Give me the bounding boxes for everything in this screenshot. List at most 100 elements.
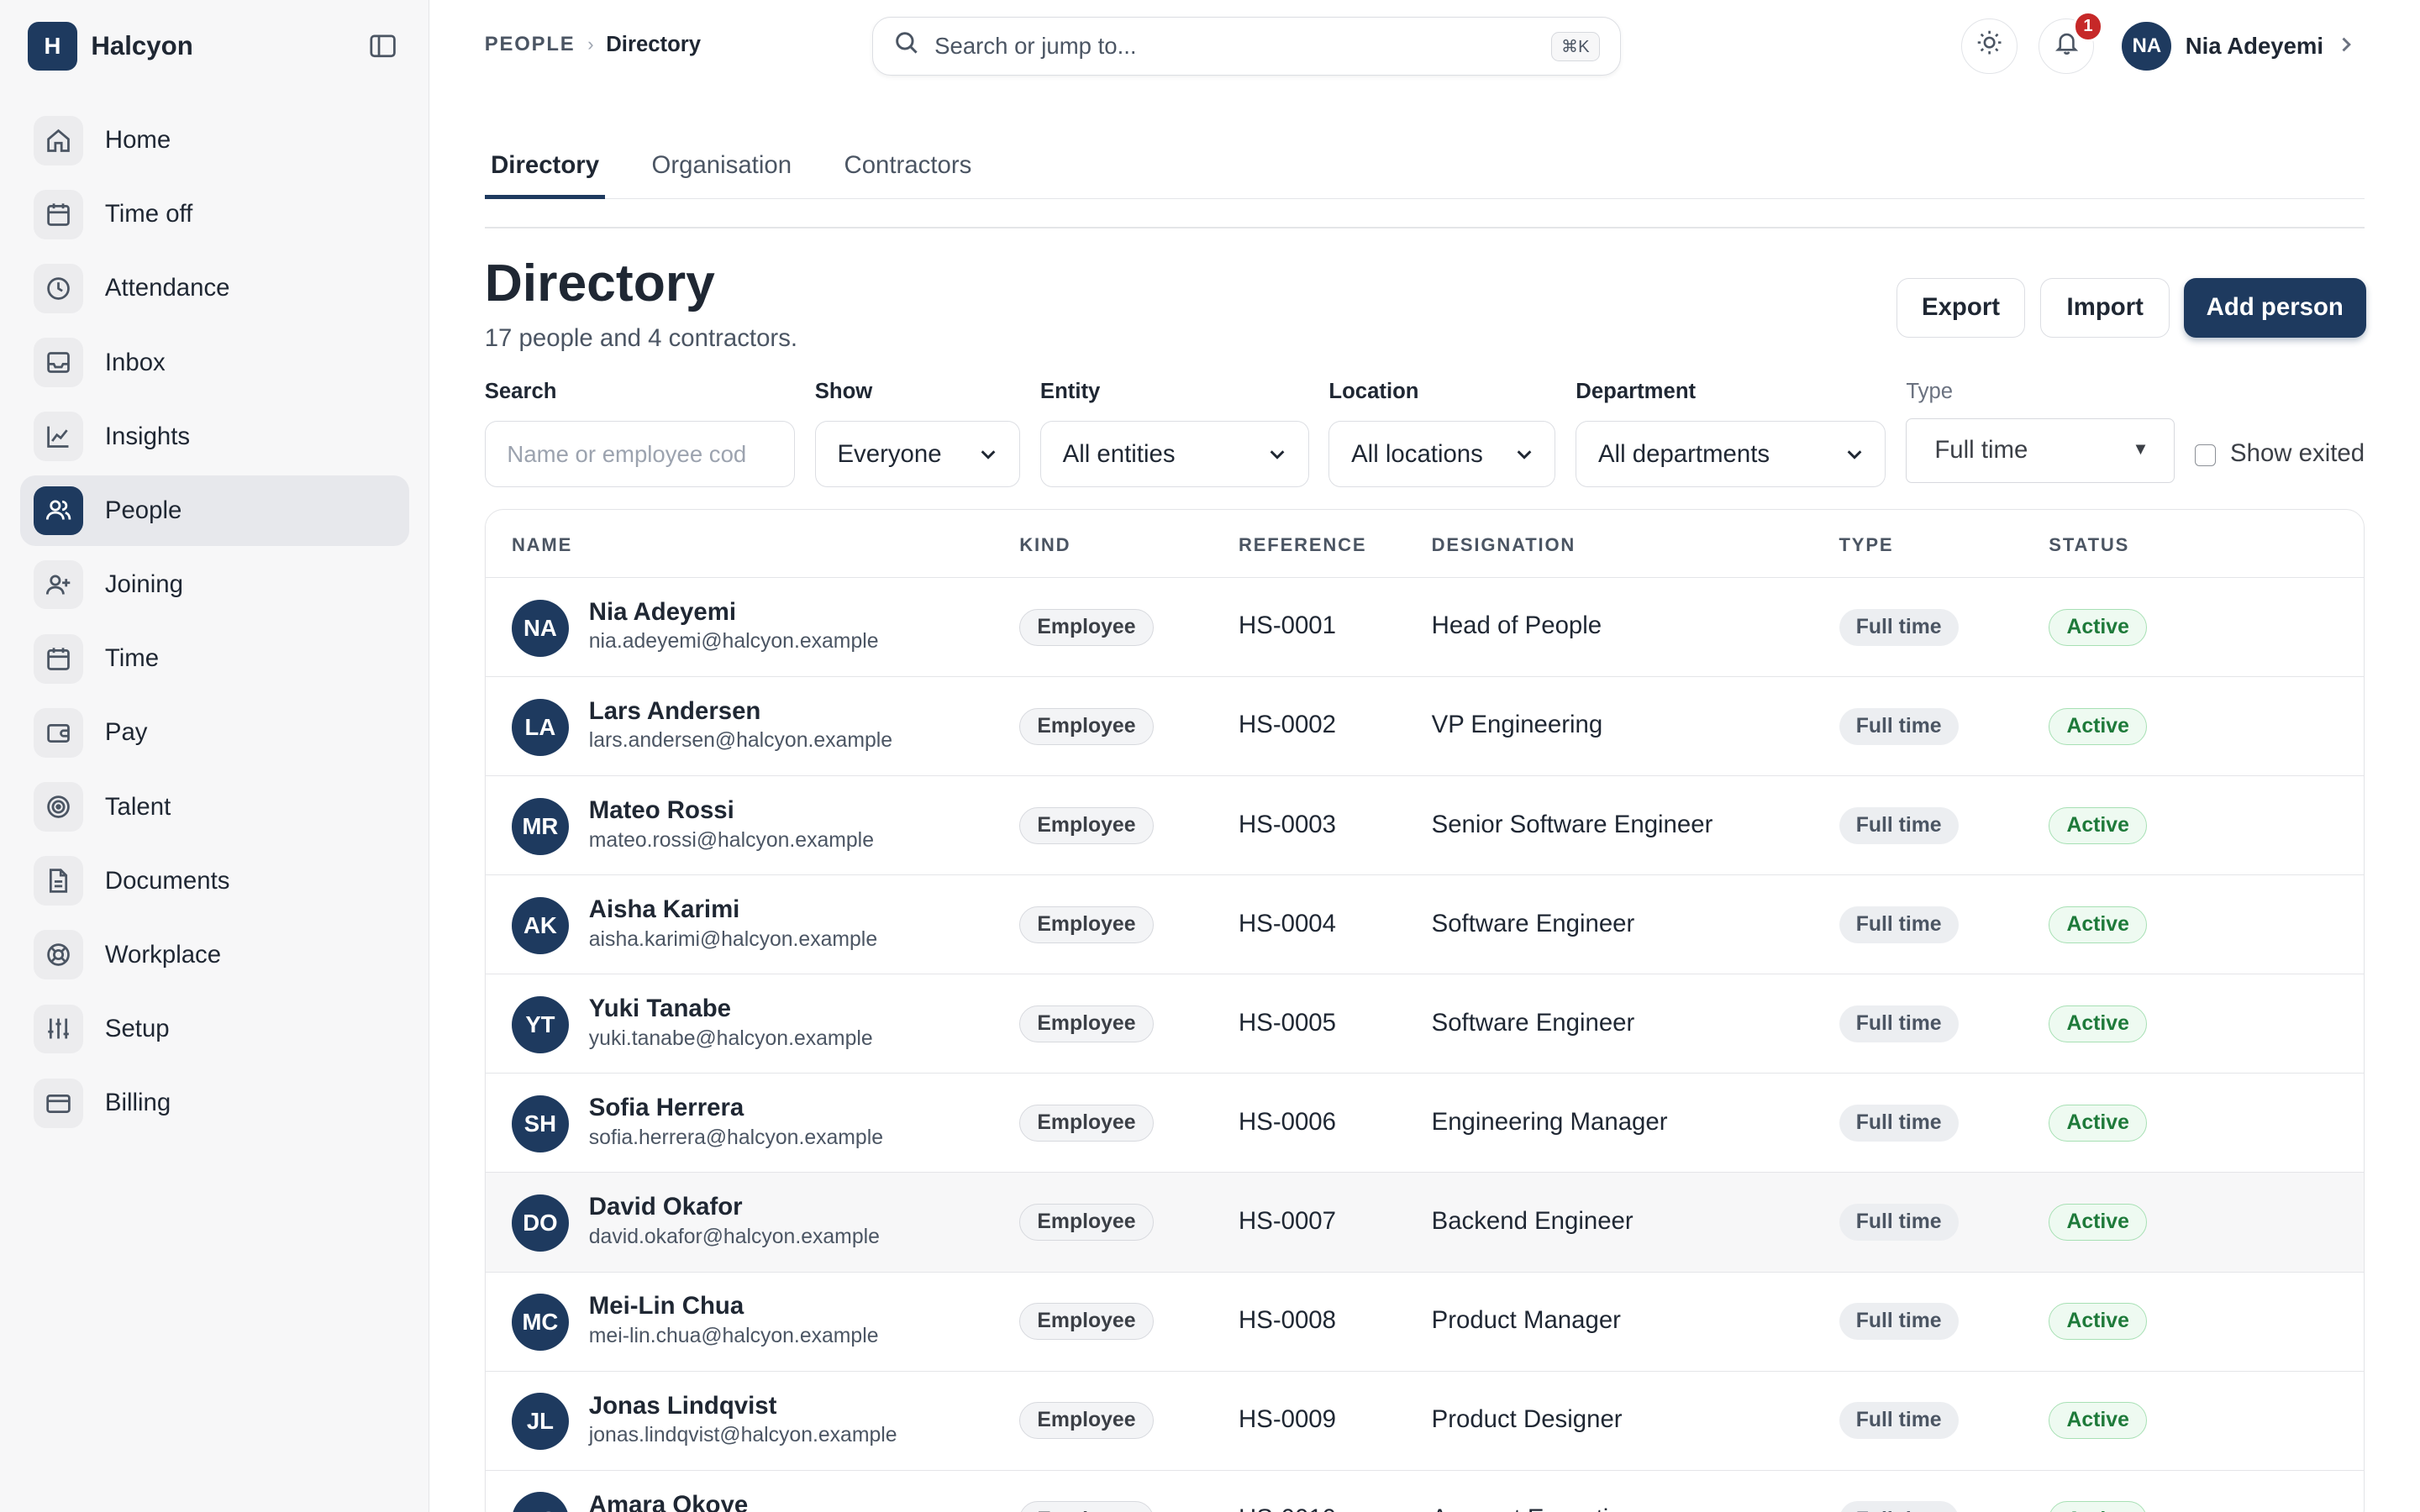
sidebar-item-time-off[interactable]: Time off [20,179,409,249]
table-row[interactable]: MR Mateo Rossi mateo.rossi@halcyon.example… [485,776,2364,876]
import-button[interactable]: Import [2040,277,2170,339]
reference-cell: HS-0007 [1239,1206,1336,1235]
show-filter-label: Show [814,379,873,403]
sidebar: H Halcyon Home Time off Attendance Inbox Ins… [0,0,429,1512]
status-badge: Active [2049,707,2148,745]
app-root: H Halcyon Home Time off Attendance Inbox Ins… [0,0,2420,1512]
tab-directory[interactable]: Directory [484,133,606,199]
sidebar-item-workplace[interactable]: Workplace [20,920,409,990]
department-filter-value: All departments [1597,439,1770,468]
brand-name: Halcyon [91,31,193,61]
tab-organisation[interactable]: Organisation [645,133,797,199]
entity-filter-select[interactable]: All entities [1039,421,1309,488]
add-person-button[interactable]: Add person [2183,277,2366,339]
search-filter-input[interactable]: Name or employee cod [484,421,795,488]
show-filter-value: Everyone [837,439,942,468]
table-row[interactable]: AK Aisha Karimi aisha.karimi@halcyon.examp… [485,875,2364,975]
show-exited-checkbox[interactable] [2194,444,2217,466]
user-menu[interactable]: NA Nia Adeyemi [2122,21,2354,71]
chevron-down-icon [1845,442,1864,470]
person-avatar: NA [511,599,569,657]
person-avatar: YT [511,996,569,1053]
sidebar-item-pay[interactable]: Pay [20,697,409,768]
search-placeholder: Search or jump to... [934,33,1137,60]
sidebar-item-people[interactable]: People [19,475,409,547]
person-name[interactable]: Mateo Rossi [589,796,734,825]
designation-cell: VP Engineering [1431,711,1603,739]
theme-toggle-button[interactable] [1961,18,2018,75]
table-row[interactable]: MC Mei-Lin Chua mei-lin.chua@halcyon.examp… [485,1273,2364,1372]
brand[interactable]: H Halcyon [28,21,193,71]
column-header-status[interactable]: STATUS [2049,534,2129,556]
clock-icon [34,264,84,313]
home-icon [34,115,84,165]
person-email: nia.adeyemi@halcyon.example [588,630,879,654]
person-avatar: AO [511,1492,569,1512]
sidebar-item-time[interactable]: Time [20,623,409,694]
sidebar-item-insights[interactable]: Insights [20,402,409,472]
tab-contractors[interactable]: Contractors [838,133,978,199]
column-header-reference[interactable]: REFERENCE [1239,534,1366,556]
lifebuoy-icon [34,930,84,980]
sidebar-item-attendance[interactable]: Attendance [20,253,409,323]
sidebar-item-inbox[interactable]: Inbox [20,327,409,397]
sidebar-toggle-icon[interactable] [367,31,398,62]
user-plus-icon [34,559,84,610]
location-filter-select[interactable]: All locations [1328,421,1556,488]
column-header-kind[interactable]: KIND [1019,534,1071,556]
user-name: Nia Adeyemi [2185,33,2324,60]
type-badge: Full time [1839,1105,1959,1142]
global-search[interactable]: Search or jump to... ⌘K [871,17,1621,76]
sidebar-item-label: Attendance [104,274,230,302]
person-name[interactable]: Yuki Tanabe [589,995,731,1023]
column-header-designation[interactable]: DESIGNATION [1432,534,1576,556]
table-row[interactable]: YT Yuki Tanabe yuki.tanabe@halcyon.example… [485,974,2364,1074]
sidebar-item-joining[interactable]: Joining [20,549,409,620]
sidebar-item-label: People [104,496,182,524]
users-icon [34,486,84,536]
sidebar-item-label: Home [104,126,171,155]
sidebar-item-talent[interactable]: Talent [20,771,409,842]
type-badge: Full time [1839,906,1959,943]
person-name[interactable]: David Okafor [589,1193,743,1221]
person-name[interactable]: Mei-Lin Chua [589,1292,744,1320]
sidebar-item-billing[interactable]: Billing [20,1068,409,1138]
show-exited-label[interactable]: Show exited [2230,439,2365,468]
page-title: Directory [484,254,715,313]
show-filter-select[interactable]: Everyone [814,421,1021,488]
designation-cell: Software Engineer [1431,1008,1635,1037]
table-row[interactable]: SH Sofia Herrera sofia.herrera@halcyon.exa… [485,1074,2364,1173]
reference-cell: HS-0002 [1239,711,1336,739]
sidebar-item-documents[interactable]: Documents [20,845,409,916]
table-row[interactable]: NA Nia Adeyemi nia.adeyemi@halcyon.example… [485,578,2364,678]
person-name[interactable]: Aisha Karimi [589,895,740,924]
column-header-name[interactable]: NAME [512,534,572,556]
page-subtitle: 17 people and 4 contractors. [484,323,798,352]
column-header-type[interactable]: TYPE [1839,534,1894,556]
person-name[interactable]: Jonas Lindqvist [589,1392,777,1420]
department-filter-select[interactable]: All departments [1576,421,1886,488]
notification-count-badge: 1 [2072,10,2104,42]
credit-card-icon [34,1078,84,1128]
export-button[interactable]: Export [1897,277,2025,339]
table-row[interactable]: LA Lars Andersen lars.andersen@halcyon.exa… [485,677,2364,777]
sidebar-item-setup[interactable]: Setup [20,994,409,1064]
breadcrumb-root[interactable]: PEOPLE [485,33,576,56]
type-filter-select[interactable]: Full time ▼ [1906,417,2175,483]
reference-cell: HS-0006 [1239,1107,1336,1136]
reference-cell: HS-0008 [1239,1305,1336,1334]
person-name[interactable]: Sofia Herrera [589,1094,744,1122]
location-filter-value: All locations [1351,439,1483,468]
table-row[interactable]: JL Jonas Lindqvist jonas.lindqvist@halcyon… [485,1372,2364,1471]
sidebar-item-home[interactable]: Home [20,105,409,176]
sidebar-item-label: Time off [104,200,193,228]
department-filter-label: Department [1576,379,1697,403]
type-badge: Full time [1839,1204,1959,1242]
person-name[interactable]: Amara Okoye [589,1491,748,1512]
person-name[interactable]: Lars Andersen [589,697,761,726]
person-avatar: AK [511,896,569,954]
people-table: NAME KIND REFERENCE DESIGNATION TYPE STATUS N… [484,509,2365,1512]
table-row[interactable]: DO David Okafor david.okafor@halcyon.examp… [485,1173,2364,1273]
table-row[interactable]: AO Amara Okoye Employee HS-0010 Account Exec… [486,1471,2364,1512]
person-name[interactable]: Nia Adeyemi [589,598,736,627]
